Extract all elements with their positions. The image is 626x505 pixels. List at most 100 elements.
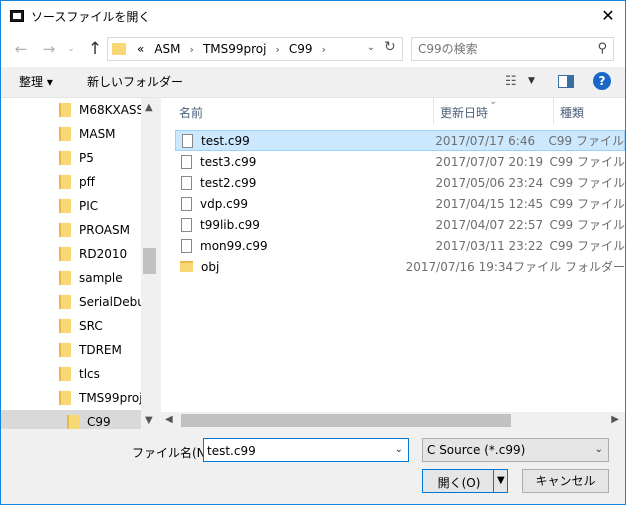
chevron-down-icon[interactable]: ⌄ — [364, 42, 378, 53]
title-bar: ソースファイルを開く ✕ — [1, 1, 625, 31]
breadcrumb-asm[interactable]: ASM — [149, 42, 185, 56]
tree-item-serialdebug[interactable]: SerialDebug — [1, 290, 152, 314]
search-input[interactable] — [418, 41, 588, 57]
folder-icon — [59, 295, 71, 309]
file-row[interactable]: test.c99 2017/07/17 6:46 C99 ファイル — [175, 130, 625, 151]
up-arrow-icon[interactable]: ↑ — [85, 39, 105, 59]
tree-item-label: SRC — [79, 319, 103, 333]
help-icon[interactable]: ? — [593, 72, 611, 90]
view-options-icon[interactable]: ☷ — [505, 74, 517, 89]
filetype-value: C Source (*.c99) — [427, 443, 526, 457]
folder-icon — [180, 261, 193, 272]
file-row[interactable]: vdp.c99 2017/04/15 12:45 C99 ファイル — [175, 193, 625, 214]
address-bar[interactable]: « ASM › TMS99proj › C99 › ⌄ ↻ — [107, 37, 403, 61]
tree-item-proasm[interactable]: PROASM — [1, 218, 141, 242]
column-divider[interactable] — [553, 98, 554, 124]
scroll-right-icon[interactable]: ▶ — [611, 414, 619, 425]
file-type: C99 ファイル — [548, 134, 624, 148]
folder-icon — [59, 199, 71, 213]
chevron-down-icon[interactable]: ▼ — [528, 76, 535, 86]
tree-item-label: RD2010 — [79, 247, 128, 261]
file-list-scrollbar[interactable]: ◀ ▶ — [161, 412, 625, 429]
file-date: 2017/05/06 23:24 — [435, 175, 544, 190]
column-divider[interactable] — [433, 98, 434, 124]
tree-item-tms99proj[interactable]: TMS99proj — [1, 386, 143, 410]
tree-item-m68kxass[interactable]: M68KXASS — [1, 98, 145, 122]
folder-row[interactable]: obj 2017/07/16 19:34 ファイル フォルダー — [175, 256, 625, 277]
tree-item-label: TMS99proj — [79, 391, 143, 405]
filetype-select[interactable]: C Source (*.c99) ⌄ — [422, 438, 609, 462]
scroll-up-icon[interactable]: ▲ — [145, 102, 153, 113]
split-divider — [493, 470, 494, 492]
tree-scrollbar[interactable]: ▲ ▼ — [141, 98, 158, 429]
window-title: ソースファイルを開く — [31, 10, 151, 24]
filename-combobox[interactable]: ⌄ — [203, 438, 409, 462]
back-arrow-icon[interactable]: ← — [11, 39, 31, 59]
folder-icon — [67, 415, 79, 429]
folder-icon — [59, 319, 71, 333]
breadcrumb-c99[interactable]: C99 — [284, 42, 318, 56]
file-icon — [182, 133, 193, 148]
breadcrumb-overflow[interactable]: « — [132, 42, 149, 56]
refresh-icon[interactable]: ↻ — [384, 39, 396, 55]
scroll-left-icon[interactable]: ◀ — [165, 414, 173, 425]
file-date: 2017/07/17 6:46 — [435, 133, 536, 148]
tree-item-sample[interactable]: sample — [1, 266, 141, 290]
organize-button[interactable]: 整理 ▾ — [19, 73, 53, 90]
file-row[interactable]: t99lib.c99 2017/04/07 22:57 C99 ファイル — [175, 214, 625, 235]
tree-item-p5[interactable]: P5 — [1, 146, 141, 170]
column-header-name[interactable]: 名前 — [179, 98, 203, 124]
open-button[interactable]: 開く(O) ▼ — [422, 469, 508, 493]
file-icon — [181, 238, 192, 253]
file-row[interactable]: test2.c99 2017/05/06 23:24 C99 ファイル — [175, 172, 625, 193]
tree-item-label: M68KXASS — [79, 103, 145, 117]
folder-icon — [59, 151, 71, 165]
file-date: 2017/03/11 23:22 — [435, 238, 544, 253]
breadcrumb-tms99proj[interactable]: TMS99proj — [198, 42, 272, 56]
search-box[interactable]: ⚲ — [411, 37, 614, 61]
close-button[interactable]: ✕ — [597, 5, 619, 27]
tree-item-tlcs[interactable]: tlcs — [1, 362, 141, 386]
tree-item-rd2010[interactable]: RD2010 — [1, 242, 141, 266]
file-type: C99 ファイル — [549, 155, 625, 169]
sort-descending-icon: ⌄ — [489, 97, 498, 107]
filename-input[interactable] — [207, 443, 387, 459]
tree-item-src[interactable]: SRC — [1, 314, 141, 338]
scroll-down-icon[interactable]: ▼ — [145, 415, 153, 426]
scrollbar-thumb[interactable] — [143, 248, 156, 274]
folder-icon — [112, 43, 126, 55]
chevron-down-icon[interactable]: ⌄ — [595, 444, 603, 455]
new-folder-button[interactable]: 新しいフォルダー — [87, 73, 183, 90]
chevron-right-icon[interactable]: › — [186, 43, 198, 56]
tree-item-label: PROASM — [79, 223, 130, 237]
recent-dropdown-icon[interactable]: ⌄ — [61, 39, 81, 59]
chevron-down-icon[interactable]: ⌄ — [395, 444, 403, 455]
chevron-right-icon[interactable]: › — [271, 43, 283, 56]
open-options-icon[interactable]: ▼ — [497, 475, 505, 486]
search-icon[interactable]: ⚲ — [597, 41, 607, 56]
preview-pane-icon[interactable] — [558, 75, 574, 88]
breadcrumb: « ASM › TMS99proj › C99 › — [132, 42, 330, 56]
file-row[interactable]: mon99.c99 2017/03/11 23:22 C99 ファイル — [175, 235, 625, 256]
tree-item-c99[interactable]: C99 — [1, 410, 141, 429]
file-type: C99 ファイル — [549, 176, 625, 190]
chevron-right-icon[interactable]: › — [318, 43, 330, 56]
file-type: ファイル フォルダー — [513, 260, 625, 274]
scrollbar-thumb[interactable] — [181, 414, 511, 427]
column-header-date[interactable]: 更新日時 — [440, 98, 488, 124]
tree-item-tdrem[interactable]: TDREM — [1, 338, 141, 362]
cancel-button[interactable]: キャンセル — [522, 469, 609, 493]
navigation-pane: M68KXASS MASM P5 pff PIC PROASM RD2010 s… — [1, 97, 158, 429]
forward-arrow-icon[interactable]: → — [39, 39, 59, 59]
file-name: test2.c99 — [200, 175, 257, 190]
column-header-type[interactable]: 種類 — [560, 98, 584, 124]
tree-item-pff[interactable]: pff — [1, 170, 141, 194]
tree-item-masm[interactable]: MASM — [1, 122, 141, 146]
tree-item-pic[interactable]: PIC — [1, 194, 141, 218]
folder-icon — [59, 367, 71, 381]
folder-icon — [59, 223, 71, 237]
folder-icon — [59, 103, 71, 117]
tree-item-label: sample — [79, 271, 123, 285]
file-row[interactable]: test3.c99 2017/07/07 20:19 C99 ファイル — [175, 151, 625, 172]
tree-item-label: tlcs — [79, 367, 100, 381]
